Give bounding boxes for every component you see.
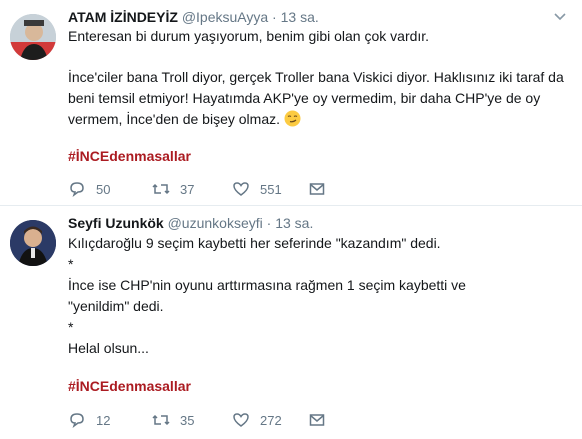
tweet-text-paragraph: İnce'ciler bana Troll diyor, gerçek Trol… xyxy=(68,67,568,130)
tweet-text-line: Kılıçdaroğlu 9 seçim kaybetti her seferi… xyxy=(68,235,441,251)
reply-icon xyxy=(70,413,84,429)
reply-button[interactable]: 50 xyxy=(68,180,110,198)
like-count: 551 xyxy=(260,181,282,197)
tweet-text-line: İnce'ciler bana Troll diyor, gerçek Trol… xyxy=(68,69,564,127)
tweet-text-line: Enteresan bi durum yaşıyorum, benim gibi… xyxy=(68,28,430,44)
direct-message-button[interactable] xyxy=(308,180,336,198)
tweet-header: Seyfi Uzunkök @uzunkokseyfi · 13 sa. xyxy=(68,215,562,233)
user-handle[interactable]: @IpeksuAyya xyxy=(182,9,268,25)
avatar[interactable] xyxy=(10,14,56,60)
retweet-count: 35 xyxy=(180,412,195,428)
retweet-button[interactable]: 35 xyxy=(152,411,194,429)
tweet[interactable]: Seyfi Uzunkök @uzunkokseyfi · 13 sa. Kıl… xyxy=(0,206,582,439)
tweet-text: Kılıçdaroğlu 9 seçim kaybetti her seferi… xyxy=(68,233,562,397)
like-button[interactable]: 551 xyxy=(232,180,282,198)
direct-message-button[interactable] xyxy=(308,411,336,429)
tweet-text-line: İnce ise CHP'nin oyunu arttırmasına rağm… xyxy=(68,277,466,293)
reply-count: 12 xyxy=(96,412,111,428)
separator: · xyxy=(266,215,272,231)
user-handle[interactable]: @uzunkokseyfi xyxy=(168,215,263,231)
like-button[interactable]: 272 xyxy=(232,411,282,429)
heart-icon xyxy=(233,182,249,196)
display-name[interactable]: Seyfi Uzunkök xyxy=(68,215,164,231)
smirk-emoji-icon xyxy=(284,110,301,127)
reply-icon xyxy=(70,182,84,198)
tweet-text-line: "yenildim" dedi. xyxy=(68,298,164,314)
retweet-icon xyxy=(152,183,170,195)
retweet-button[interactable]: 37 xyxy=(152,180,194,198)
like-count: 272 xyxy=(260,412,282,428)
retweet-count: 37 xyxy=(180,181,195,197)
display-name[interactable]: ATAM İZİNDEYİZ xyxy=(68,9,178,25)
mail-icon xyxy=(309,183,325,195)
timestamp[interactable]: 13 sa. xyxy=(281,9,319,25)
reply-button[interactable]: 12 xyxy=(68,411,110,429)
avatar[interactable] xyxy=(10,220,56,266)
tweet-header: ATAM İZİNDEYİZ @IpeksuAyya · 13 sa. xyxy=(68,9,562,27)
reply-count: 50 xyxy=(96,181,111,197)
retweet-icon xyxy=(152,414,170,426)
chevron-down-icon[interactable] xyxy=(550,9,570,25)
hashtag-link[interactable]: #İNCEdenmasallar xyxy=(68,376,562,397)
mail-icon xyxy=(309,414,325,426)
tweet-text-line: * xyxy=(68,256,74,272)
separator: · xyxy=(272,9,277,25)
tweet[interactable]: ATAM İZİNDEYİZ @IpeksuAyya · 13 sa. Ente… xyxy=(0,0,582,205)
tweet-text-line: * xyxy=(68,319,74,335)
heart-icon xyxy=(233,413,249,427)
tweet-text-line: Helal olsun... xyxy=(68,340,149,356)
timestamp[interactable]: 13 sa. xyxy=(275,215,313,231)
hashtag-link[interactable]: #İNCEdenmasallar xyxy=(68,146,191,167)
